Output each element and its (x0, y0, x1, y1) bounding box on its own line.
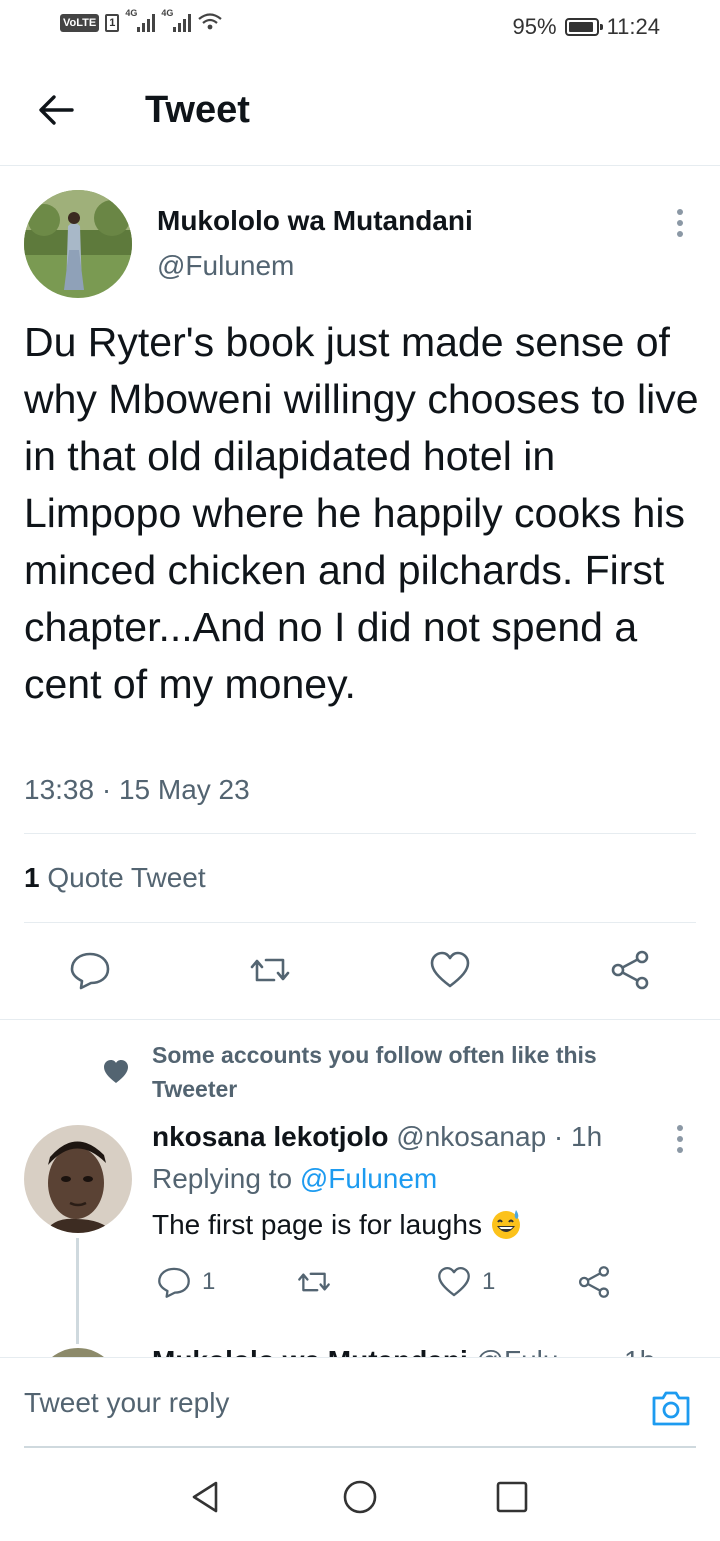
nav-back-icon[interactable] (188, 1479, 224, 1515)
reply-share-action[interactable] (576, 1262, 612, 1302)
heart-icon (104, 1060, 128, 1083)
quote-count: 1 (24, 862, 40, 893)
reply-text: The first page is for laughs (152, 1208, 522, 1241)
quote-tweets-link[interactable]: 1 Quote Tweet (24, 862, 206, 894)
author-name[interactable]: Mukololo wa Mutandani (157, 205, 473, 237)
like-icon[interactable] (428, 948, 472, 992)
retweet-icon (298, 1272, 330, 1292)
nav-recents-icon[interactable] (494, 1479, 530, 1515)
share-icon (578, 1266, 610, 1298)
replying-to: Replying to @Fulunem (152, 1163, 437, 1195)
system-nav-bar (0, 1449, 720, 1541)
author-handle[interactable]: @Fulunem (157, 250, 294, 282)
next-reply-partial[interactable]: Mukololo wa Mutandani @Fulu... 1h (0, 1340, 720, 1358)
signal-icon: 4G (161, 8, 192, 32)
reply-icon[interactable] (68, 948, 112, 992)
status-bar: VoLTE 1 4G 4G 95% 11:24 (0, 0, 720, 56)
app-header: Tweet (0, 56, 720, 166)
reply-header: nkosana lekotjolo @nkosanap · 1h (152, 1121, 602, 1153)
tweet-text: Du Ryter's book just made sense of why M… (24, 319, 699, 707)
reply-like-action[interactable]: 1 (436, 1262, 495, 1302)
battery-percent: 95% (512, 14, 557, 39)
retweet-icon[interactable] (248, 948, 292, 992)
signal-icon: 4G (125, 8, 156, 32)
sim-badge: 1 (105, 14, 120, 32)
reply-reply-action[interactable]: 1 (156, 1262, 215, 1302)
network-type-label: 4G (161, 8, 174, 18)
reply-composer (0, 1357, 720, 1449)
reply-count: 1 (202, 1268, 216, 1295)
divider (24, 833, 696, 834)
social-context-text: Some accounts you follow often like this… (152, 1042, 597, 1102)
divider (0, 1019, 720, 1020)
like-icon (438, 1266, 470, 1297)
camera-icon[interactable] (650, 1388, 692, 1428)
more-options-icon[interactable] (668, 205, 692, 241)
reply-input[interactable] (24, 1358, 624, 1448)
quote-label: Quote Tweet (47, 862, 206, 893)
clock: 11:24 (606, 14, 660, 39)
replying-to-handle[interactable]: @Fulunem (300, 1163, 437, 1194)
nav-home-icon[interactable] (342, 1479, 378, 1515)
network-type-label: 4G (125, 8, 138, 18)
thread-line (76, 1238, 79, 1344)
author-avatar[interactable] (24, 190, 132, 298)
wifi-icon (198, 13, 223, 30)
replying-to-label: Replying to (152, 1163, 293, 1194)
reply-author-avatar[interactable] (24, 1125, 132, 1233)
status-right: 95% 11:24 (513, 14, 660, 40)
tweet-timestamp[interactable]: 13:38 · 15 May 23 (24, 774, 250, 806)
reply-meta: @nkosanap · 1h (396, 1121, 603, 1152)
divider (24, 922, 696, 923)
volte-badge: VoLTE (60, 14, 100, 32)
page-title: Tweet (145, 89, 250, 131)
back-arrow-icon[interactable] (34, 88, 78, 132)
battery-fill (568, 22, 594, 32)
share-icon[interactable] (608, 948, 652, 992)
reply-more-options-icon[interactable] (668, 1121, 692, 1157)
like-count: 1 (482, 1268, 496, 1295)
reply-retweet-action[interactable] (296, 1262, 332, 1302)
status-left: VoLTE 1 4G 4G (60, 8, 223, 32)
composer-underline (24, 1446, 696, 1448)
grinning-sweat-emoji-icon (491, 1210, 520, 1239)
battery-icon (564, 18, 603, 36)
reply-icon (158, 1267, 190, 1298)
reply-author-name[interactable]: nkosana lekotjolo (152, 1121, 389, 1152)
reply-text-content: The first page is for laughs (152, 1209, 482, 1240)
